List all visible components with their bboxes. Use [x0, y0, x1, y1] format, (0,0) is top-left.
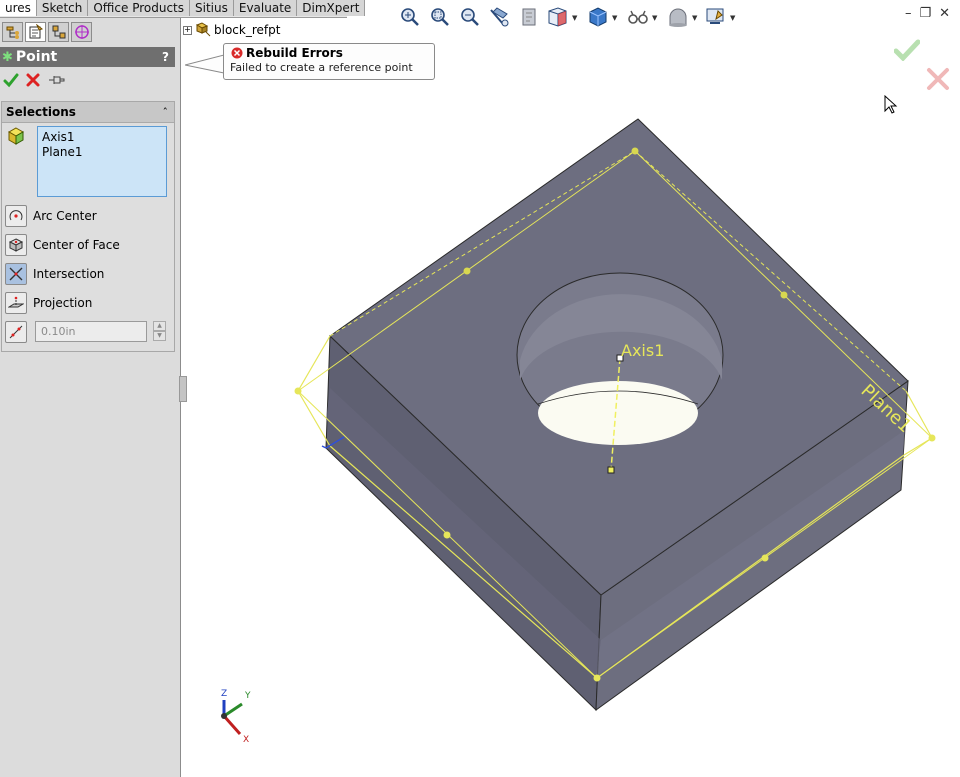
- option-label: Projection: [33, 296, 93, 310]
- dynamic-annotation-icon[interactable]: [518, 5, 542, 29]
- tab-evaluate[interactable]: Evaluate: [233, 0, 298, 16]
- reference-triad: Z Y X: [212, 688, 262, 748]
- selections-list[interactable]: Axis1 Plane1: [37, 126, 167, 197]
- error-tooltip: Rebuild Errors Failed to create a refere…: [223, 43, 435, 80]
- distance-spinner[interactable]: ▲ ▼: [153, 321, 166, 342]
- heads-up-view-toolbar: ▼ ▼ ▼ ▼ ▼: [398, 5, 743, 31]
- dimxpert-manager-tab[interactable]: [71, 22, 92, 42]
- property-manager-header: ✱ Point ?: [0, 47, 175, 67]
- list-item[interactable]: Axis1: [42, 130, 162, 145]
- triad-y-label: Y: [245, 691, 251, 701]
- expand-icon[interactable]: +: [183, 25, 192, 35]
- error-message: Failed to create a reference point: [230, 61, 413, 74]
- feature-tree-icon: [6, 26, 19, 39]
- block-model[interactable]: [325, 118, 909, 712]
- feature-tree-root[interactable]: + block_refpt: [183, 22, 280, 38]
- confirm-ok-icon[interactable]: [894, 39, 920, 61]
- option-label: Intersection: [33, 267, 105, 281]
- error-icon: [231, 47, 243, 59]
- view-orientation-icon[interactable]: [546, 5, 570, 29]
- intersection-icon[interactable]: [5, 263, 27, 285]
- dropdown-arrow-icon[interactable]: ▼: [572, 14, 577, 22]
- minimize-icon[interactable]: –: [905, 6, 912, 21]
- configuration-manager-icon: [52, 25, 65, 39]
- selections-group: Selections ˆ Axis1 Plane1 Arc Center Cen…: [1, 101, 175, 352]
- center-of-face-icon[interactable]: [5, 234, 27, 256]
- hide-show-items-icon[interactable]: [626, 5, 650, 29]
- feature-star-icon: ✱: [2, 49, 13, 65]
- section-view-icon[interactable]: [488, 5, 512, 29]
- command-manager-tabs: ures Sketch Office Products Sitius Evalu…: [0, 0, 366, 18]
- arc-center-option[interactable]: Arc Center: [5, 204, 97, 228]
- view-settings-icon[interactable]: [704, 5, 728, 29]
- error-title-text: Rebuild Errors: [246, 46, 343, 60]
- list-item[interactable]: Plane1: [42, 145, 162, 160]
- error-title: Rebuild Errors: [231, 46, 343, 60]
- distance-along-curve-icon[interactable]: [5, 321, 27, 343]
- help-button[interactable]: ?: [162, 50, 169, 64]
- arc-center-icon[interactable]: [5, 205, 27, 227]
- ok-button[interactable]: [3, 72, 19, 88]
- graphics-area[interactable]: Plane1 Axis1: [182, 0, 960, 777]
- spin-down-icon[interactable]: ▼: [153, 331, 166, 341]
- axis-label: Axis1: [621, 341, 664, 360]
- distance-input[interactable]: 0.10in: [35, 321, 147, 342]
- selections-header[interactable]: Selections ˆ: [2, 102, 174, 123]
- zoom-to-fit-icon[interactable]: [398, 5, 422, 29]
- property-manager-panel: ✱ Point ? Selections ˆ Axis1 Plane1 Arc …: [0, 0, 181, 777]
- dropdown-arrow-icon[interactable]: ▼: [730, 14, 735, 22]
- tab-office-products[interactable]: Office Products: [88, 0, 191, 16]
- center-of-face-option[interactable]: Center of Face: [5, 233, 120, 257]
- part-icon: [195, 22, 211, 37]
- collapse-chevron-icon[interactable]: ˆ: [163, 106, 169, 119]
- apply-scene-icon[interactable]: [666, 5, 690, 29]
- mouse-cursor-icon: [884, 95, 898, 114]
- pushpin-button[interactable]: [47, 72, 65, 88]
- triad-x-label: X: [243, 735, 250, 745]
- option-label: Center of Face: [33, 238, 120, 252]
- feature-tree-tab[interactable]: [2, 22, 23, 42]
- reference-entities-icon: [7, 127, 25, 145]
- tab-sketch[interactable]: Sketch: [36, 0, 89, 16]
- zoom-to-area-icon[interactable]: [428, 5, 452, 29]
- display-style-icon[interactable]: [586, 5, 610, 29]
- dropdown-arrow-icon[interactable]: ▼: [692, 14, 697, 22]
- spin-up-icon[interactable]: ▲: [153, 321, 166, 331]
- restore-icon[interactable]: ❐: [919, 6, 931, 21]
- page-title: Point: [15, 49, 58, 65]
- cancel-button[interactable]: [25, 72, 41, 88]
- projection-option[interactable]: Projection: [5, 291, 92, 315]
- rebuild-error-callout: Rebuild Errors Failed to create a refere…: [185, 43, 435, 80]
- dropdown-arrow-icon[interactable]: ▼: [652, 14, 657, 22]
- projection-icon[interactable]: [5, 292, 27, 314]
- part-name: block_refpt: [214, 23, 281, 37]
- option-label: Arc Center: [33, 209, 97, 223]
- dimxpert-manager-icon: [74, 25, 89, 39]
- property-manager-icon: [29, 24, 43, 39]
- configuration-manager-tab[interactable]: [48, 22, 69, 42]
- window-controls: – ❐ ✕: [905, 6, 950, 21]
- feature-manager-tabs: [0, 22, 92, 44]
- dropdown-arrow-icon[interactable]: ▼: [612, 14, 617, 22]
- property-manager-tab[interactable]: [25, 22, 46, 42]
- selections-label: Selections: [6, 105, 76, 119]
- tab-features[interactable]: ures: [0, 0, 37, 16]
- close-icon[interactable]: ✕: [939, 6, 950, 21]
- property-manager-actions: [0, 72, 65, 88]
- confirm-cancel-icon[interactable]: [926, 67, 950, 91]
- tab-sitius[interactable]: Sitius: [190, 0, 234, 16]
- tab-dimxpert[interactable]: DimXpert: [297, 0, 366, 16]
- intersection-option[interactable]: Intersection: [5, 262, 104, 286]
- previous-view-icon[interactable]: [458, 5, 482, 29]
- triad-z-label: Z: [221, 689, 228, 699]
- triad-axes-icon: [221, 700, 243, 735]
